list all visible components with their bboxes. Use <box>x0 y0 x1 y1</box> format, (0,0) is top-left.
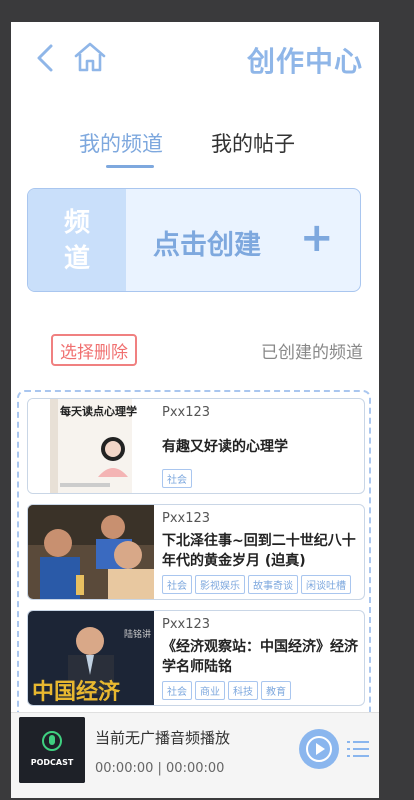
channel-tags: 社会 影视娱乐 故事奇谈 闲谈吐槽 <box>162 575 351 594</box>
tab-bar: 我的频道 我的帖子 <box>11 128 379 168</box>
active-tab-indicator <box>106 165 154 168</box>
channel-tag[interactable]: 社会 <box>162 575 192 594</box>
channel-cover-image <box>28 505 154 599</box>
podcast-cover-text: PODCAST <box>31 758 74 767</box>
page-title: 创作中心 <box>246 45 363 78</box>
created-channels-label: 已创建的频道 <box>261 343 363 363</box>
channel-cover-image: 每天读点心理学 <box>28 399 154 493</box>
channel-owner: Pxx123 <box>162 511 211 526</box>
header: 创作中心 <box>11 22 379 92</box>
channel-tag[interactable]: 教育 <box>261 681 291 700</box>
channel-badge-bottom: 道 <box>63 244 90 274</box>
channel-list: 每天读点心理学 Pxx123 有趣又好读的心理学 社会 Pxx123 下北泽往事… <box>17 390 371 715</box>
channel-owner: Pxx123 <box>162 405 211 420</box>
channel-tag[interactable]: 商业 <box>195 681 225 700</box>
podcast-cover: PODCAST <box>19 717 85 783</box>
channel-item[interactable]: 陆铭讲 中国经济 Pxx123 《经济观察站：中国经济》经济学名师陆铭 社会 商… <box>27 610 365 706</box>
channel-badge-top: 频 <box>63 208 90 238</box>
channel-title: 《经济观察站：中国经济》经济学名师陆铭 <box>162 639 358 675</box>
channel-cover-image: 陆铭讲 中国经济 <box>28 611 154 705</box>
channel-item[interactable]: 每天读点心理学 Pxx123 有趣又好读的心理学 社会 <box>27 398 365 494</box>
cover-title-text: 每天读点心理学 <box>60 404 137 418</box>
background-strip <box>379 22 414 798</box>
cover-side-text: 陆铭讲 <box>124 628 151 640</box>
channel-owner: Pxx123 <box>162 617 211 632</box>
channel-tag[interactable]: 故事奇谈 <box>248 575 298 594</box>
playlist-icon[interactable] <box>347 739 369 759</box>
audio-player: PODCAST 当前无广播音频播放 00:00:00 | 00:00:00 <box>11 712 379 798</box>
channel-tag[interactable]: 社会 <box>162 681 192 700</box>
channel-title: 有趣又好读的心理学 <box>162 439 288 455</box>
channel-tag[interactable]: 科技 <box>228 681 258 700</box>
tab-my-channels[interactable]: 我的频道 <box>79 128 163 158</box>
phone-screen: 创作中心 我的频道 我的帖子 频 道 点击创建 + 选择删除 已创建的频道 每天… <box>11 22 379 798</box>
channel-title: 下北泽往事~回到二十世纪八十年代的黄金岁月 (迫真) <box>162 533 356 569</box>
channel-tags: 社会 商业 科技 教育 <box>162 681 291 700</box>
channel-item[interactable]: Pxx123 下北泽往事~回到二十世纪八十年代的黄金岁月 (迫真) 社会 影视娱… <box>27 504 365 600</box>
channel-tag[interactable]: 社会 <box>162 469 192 488</box>
plus-icon: + <box>300 215 334 261</box>
playback-time: 00:00:00 | 00:00:00 <box>95 761 225 776</box>
channel-tag[interactable]: 闲谈吐槽 <box>301 575 351 594</box>
play-icon <box>306 736 332 762</box>
cover-big-text: 中国经济 <box>32 679 121 705</box>
home-icon[interactable] <box>73 40 107 74</box>
now-playing-text: 当前无广播音频播放 <box>95 729 231 747</box>
back-icon[interactable] <box>33 42 57 74</box>
create-label: 点击创建 <box>153 230 261 261</box>
channel-badge: 频 道 <box>28 189 126 291</box>
channel-tags: 社会 <box>162 469 192 488</box>
create-channel-button[interactable]: 频 道 点击创建 + <box>27 188 361 292</box>
play-button[interactable] <box>299 729 339 769</box>
channel-tag[interactable]: 影视娱乐 <box>195 575 245 594</box>
tab-my-posts[interactable]: 我的帖子 <box>211 128 295 158</box>
select-delete-button[interactable]: 选择删除 <box>51 334 137 366</box>
